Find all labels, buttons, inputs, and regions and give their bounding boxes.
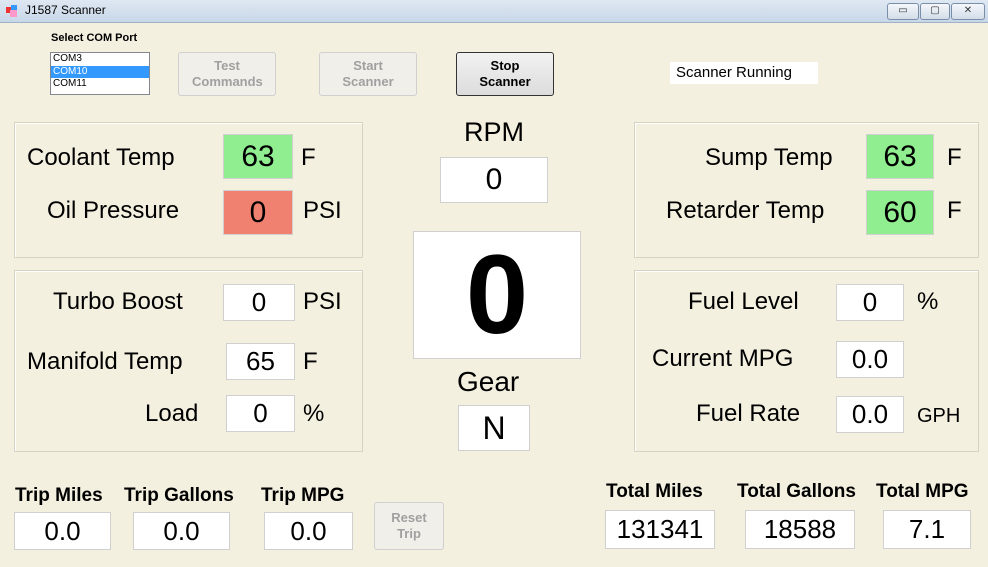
- maximize-button[interactable]: ▢: [920, 3, 950, 20]
- reset-trip-label: Reset Trip: [391, 510, 427, 541]
- current-mpg-label: Current MPG: [652, 345, 794, 372]
- gear-label: Gear: [457, 366, 520, 397]
- speed-display: 0: [413, 231, 581, 359]
- engine-temps-panel: [14, 122, 363, 258]
- retarder-temp-value: 60: [866, 190, 934, 235]
- com-port-option[interactable]: COM3: [51, 53, 149, 66]
- close-icon: ✕: [963, 5, 973, 16]
- trip-gallons-value: 0.0: [133, 512, 230, 550]
- turbo-boost-value: 0: [223, 284, 295, 321]
- oil-pressure-value: 0: [223, 190, 293, 235]
- start-scanner-label: Start Scanner: [342, 58, 394, 89]
- start-scanner-button[interactable]: Start Scanner: [319, 52, 417, 96]
- trip-miles-label: Trip Miles: [15, 485, 103, 506]
- fuel-rate-value: 0.0: [836, 396, 904, 433]
- sump-temp-unit: F: [947, 144, 962, 171]
- coolant-temp-label: Coolant Temp: [27, 144, 175, 171]
- rpm-label: RPM: [464, 117, 524, 147]
- minimize-button[interactable]: ▭: [887, 3, 919, 20]
- coolant-temp-value: 63: [223, 134, 293, 179]
- total-miles-label: Total Miles: [606, 481, 703, 502]
- rpm-value: 0: [440, 157, 548, 203]
- total-gallons-label: Total Gallons: [737, 481, 856, 502]
- trip-mpg-value: 0.0: [264, 512, 353, 550]
- com-port-label: Select COM Port: [51, 32, 138, 44]
- load-label: Load: [145, 400, 199, 427]
- trip-gallons-label: Trip Gallons: [124, 485, 234, 506]
- trip-mpg-label: Trip MPG: [261, 485, 345, 506]
- window-title: J1587 Scanner: [25, 3, 106, 17]
- gear-value: N: [458, 405, 530, 451]
- title-bar: J1587 Scanner ▭ ▢ ✕: [0, 0, 988, 23]
- reset-trip-button[interactable]: Reset Trip: [374, 502, 444, 550]
- fuel-level-value: 0: [836, 284, 904, 321]
- stop-scanner-button[interactable]: Stop Scanner: [456, 52, 554, 96]
- test-commands-button[interactable]: Test Commands: [178, 52, 276, 96]
- stop-scanner-label: Stop Scanner: [479, 58, 531, 89]
- load-unit: %: [303, 400, 325, 427]
- sump-temp-value: 63: [866, 134, 934, 179]
- test-commands-label: Test Commands: [192, 58, 263, 89]
- fuel-level-unit: %: [917, 288, 939, 315]
- scanner-status: Scanner Running: [670, 62, 818, 84]
- total-mpg-label: Total MPG: [876, 481, 969, 502]
- fuel-rate-unit: GPH: [917, 405, 961, 427]
- app-icon: [6, 5, 17, 17]
- turbo-boost-label: Turbo Boost: [53, 288, 183, 315]
- total-mpg-value: 7.1: [883, 510, 971, 549]
- com-port-option[interactable]: COM11: [51, 78, 149, 91]
- fuel-level-label: Fuel Level: [688, 288, 799, 315]
- com-port-option-selected[interactable]: COM10: [51, 65, 149, 78]
- sump-temp-label: Sump Temp: [705, 144, 833, 171]
- manifold-temp-unit: F: [303, 348, 318, 375]
- close-button[interactable]: ✕: [951, 3, 985, 20]
- total-miles-value: 131341: [605, 510, 715, 549]
- maximize-icon: ▢: [930, 5, 940, 16]
- oil-pressure-label: Oil Pressure: [47, 197, 180, 224]
- coolant-temp-unit: F: [301, 144, 316, 171]
- oil-pressure-unit: PSI: [303, 197, 342, 224]
- com-port-list[interactable]: COM3 COM10 COM11: [50, 52, 150, 95]
- fuel-rate-label: Fuel Rate: [696, 400, 801, 427]
- manifold-temp-value: 65: [226, 343, 295, 380]
- current-mpg-value: 0.0: [836, 341, 904, 378]
- retarder-temp-label: Retarder Temp: [666, 197, 825, 224]
- manifold-temp-label: Manifold Temp: [27, 348, 183, 375]
- retarder-temp-unit: F: [947, 197, 962, 224]
- trip-miles-value: 0.0: [14, 512, 111, 550]
- turbo-boost-unit: PSI: [303, 288, 342, 315]
- load-value: 0: [226, 395, 295, 432]
- minimize-icon: ▭: [898, 5, 908, 16]
- total-gallons-value: 18588: [745, 510, 855, 549]
